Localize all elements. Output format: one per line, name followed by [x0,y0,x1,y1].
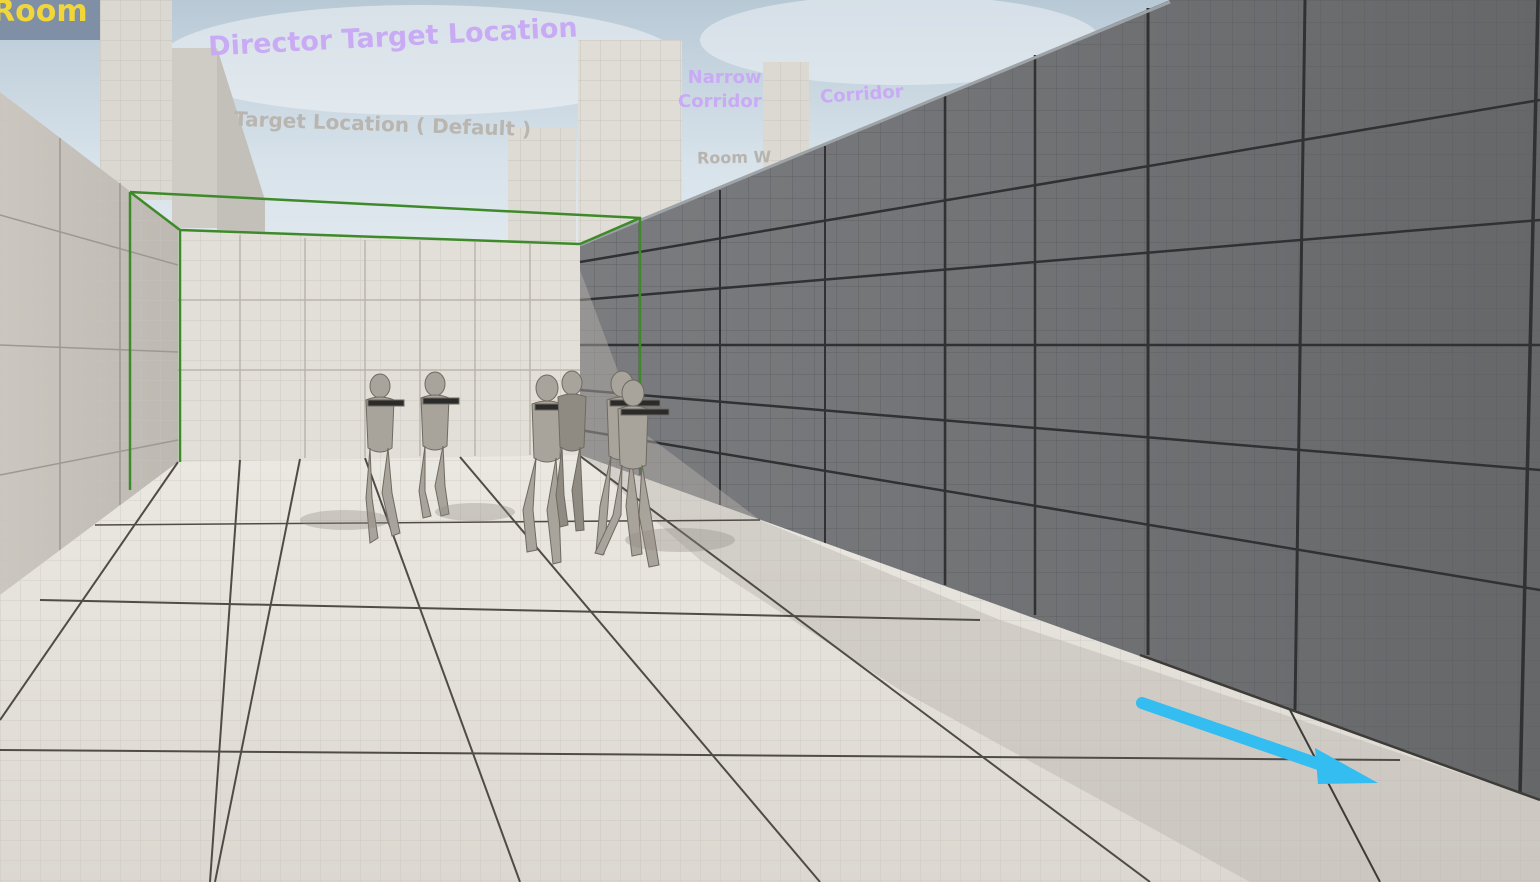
game-viewport[interactable]: Room Director Target Location Target Loc… [0,0,1540,882]
level-scene [0,0,1540,882]
